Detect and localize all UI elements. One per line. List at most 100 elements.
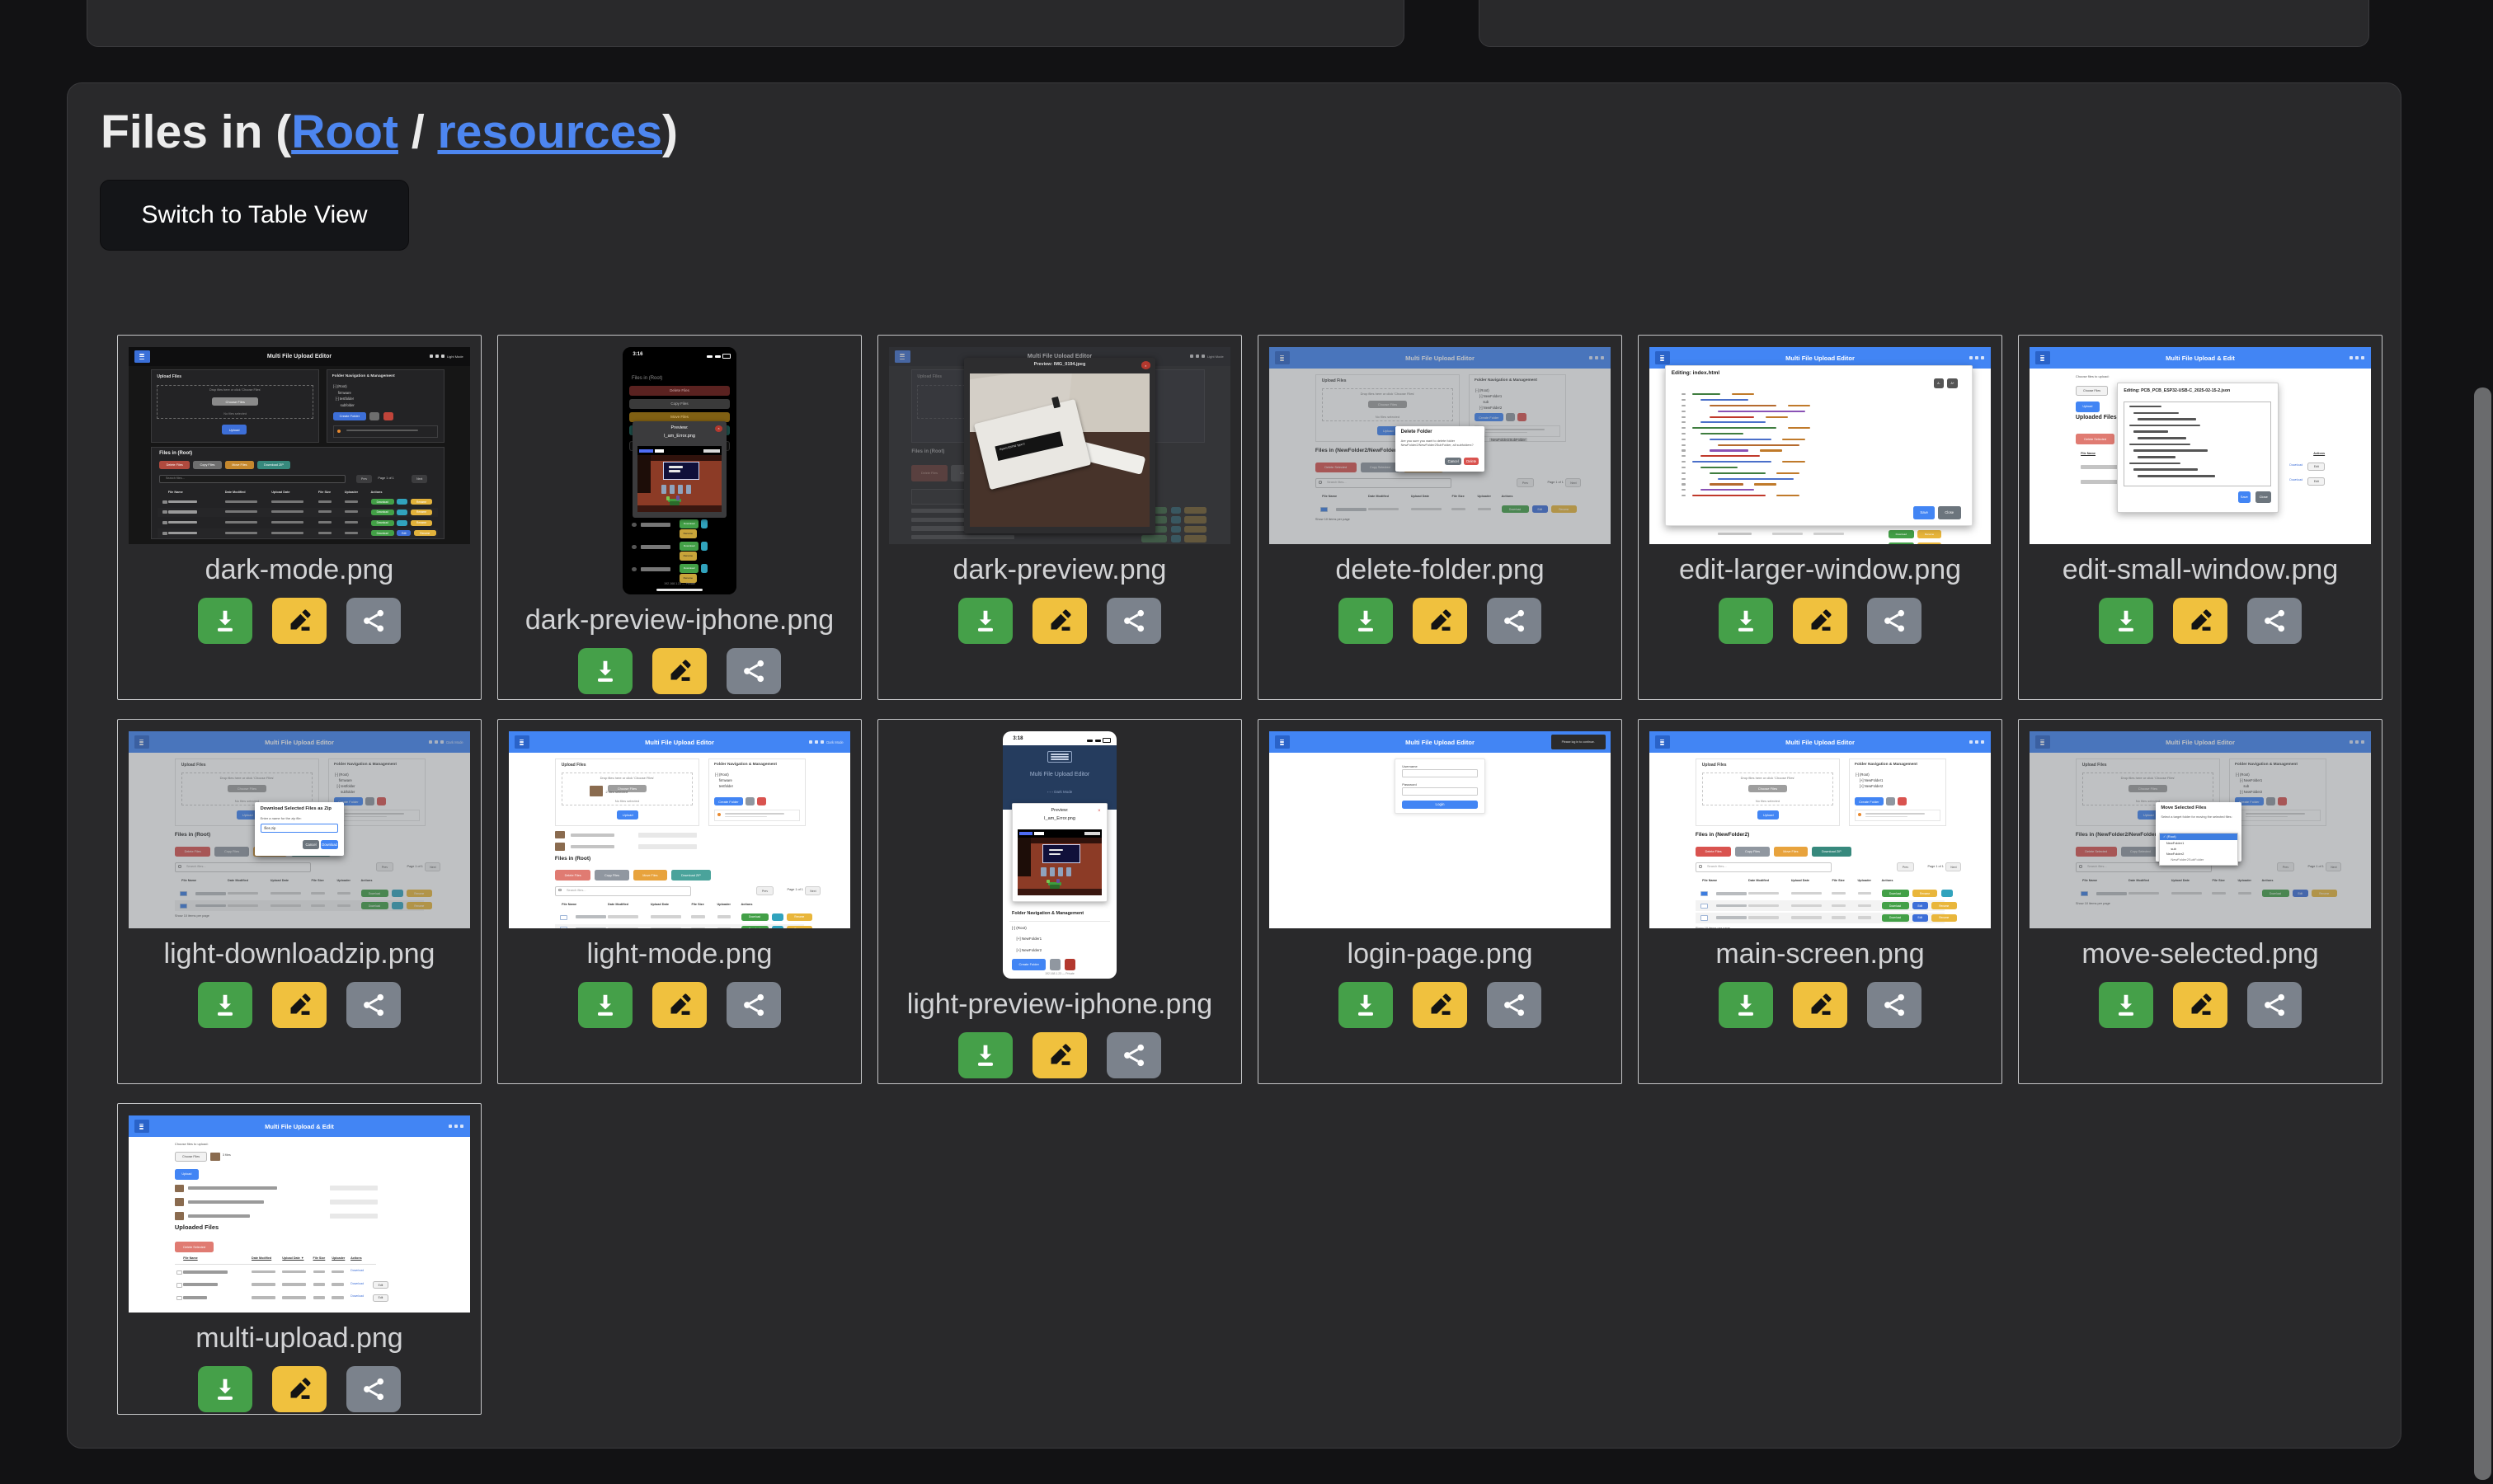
- file-name: login-page.png: [1348, 938, 1533, 970]
- file-thumbnail[interactable]: 3:18Multi File Upload Editor▫ ▫ ▫ Dark M…: [1003, 731, 1117, 979]
- download-button[interactable]: [958, 598, 1013, 644]
- share-icon: [1500, 607, 1528, 635]
- switch-to-table-view-button[interactable]: Switch to Table View: [100, 180, 409, 251]
- file-card: Multi File Upload EditorDownloadRenameDo…: [1638, 335, 2002, 700]
- thumbnail-art: Multi File Upload EditorUpload FilesDrop…: [1649, 731, 1991, 928]
- file-actions: [958, 1032, 1161, 1078]
- file-name: light-preview-iphone.png: [907, 989, 1212, 1021]
- file-card: Multi File Upload EditorUpload FilesDrop…: [1638, 719, 2002, 1084]
- file-thumbnail[interactable]: Multi File Upload EditorUpload FilesDrop…: [1269, 347, 1611, 544]
- share-icon: [2260, 991, 2288, 1019]
- top-panel-left: [87, 0, 1404, 47]
- edit-pencil-icon: [1806, 991, 1834, 1019]
- file-thumbnail[interactable]: Multi File Upload EditorDark ModeUpload …: [129, 731, 470, 928]
- share-button[interactable]: [1487, 598, 1541, 644]
- breadcrumb-current-link[interactable]: resources: [438, 106, 663, 158]
- file-thumbnail[interactable]: Multi File Upload EditorDownloadRenameDo…: [1649, 347, 1991, 544]
- share-button[interactable]: [727, 982, 781, 1028]
- file-name: multi-upload.png: [195, 1322, 402, 1355]
- share-button[interactable]: [1487, 982, 1541, 1028]
- edit-pencil-icon: [2186, 607, 2214, 635]
- download-button[interactable]: [1338, 598, 1393, 644]
- thumbnail-art: Multi File Upload EditorDownloadRenameDo…: [1649, 347, 1991, 544]
- file-actions: [1719, 982, 1921, 1028]
- edit-button[interactable]: [1032, 1032, 1087, 1078]
- edit-button[interactable]: [1413, 598, 1467, 644]
- page: Files in (Root / resources) Switch to Ta…: [0, 0, 2493, 1484]
- edit-button[interactable]: [272, 1366, 327, 1412]
- thumbnail-art: Multi File Upload EditorLight ModeUpload…: [889, 347, 1230, 544]
- share-button[interactable]: [2247, 982, 2302, 1028]
- download-button[interactable]: [198, 982, 252, 1028]
- file-actions: [578, 648, 781, 694]
- download-button[interactable]: [198, 598, 252, 644]
- file-actions: [1719, 598, 1921, 644]
- edit-pencil-icon: [666, 657, 694, 685]
- edit-button[interactable]: [2173, 598, 2227, 644]
- edit-button[interactable]: [1793, 982, 1847, 1028]
- file-card: Multi File Upload EditorDark ModeUpload …: [117, 719, 482, 1084]
- edit-pencil-icon: [1426, 991, 1454, 1019]
- download-button[interactable]: [2099, 598, 2153, 644]
- file-thumbnail[interactable]: Multi File Upload EditorLight ModeUpload…: [129, 347, 470, 544]
- share-icon: [2260, 607, 2288, 635]
- edit-button[interactable]: [652, 648, 707, 694]
- download-button[interactable]: [958, 1032, 1013, 1078]
- thumbnail-art: Multi File Upload EditorLight ModeUpload…: [129, 347, 470, 544]
- file-card: Multi File Upload & EditChoose files to …: [2018, 335, 2382, 700]
- file-thumbnail[interactable]: Multi File Upload EditorLight ModeUpload…: [889, 347, 1230, 544]
- file-name: main-screen.png: [1715, 938, 1924, 970]
- share-button[interactable]: [346, 598, 401, 644]
- share-button[interactable]: [346, 982, 401, 1028]
- share-button[interactable]: [346, 1366, 401, 1412]
- download-icon: [210, 1374, 240, 1404]
- share-button[interactable]: [1867, 598, 1921, 644]
- file-thumbnail[interactable]: Multi File Upload EditorUpload FilesDrop…: [1649, 731, 1991, 928]
- file-name: dark-preview-iphone.png: [525, 604, 834, 636]
- file-actions: [2099, 982, 2302, 1028]
- share-button[interactable]: [727, 648, 781, 694]
- file-thumbnail[interactable]: Multi File Upload & EditChoose files to …: [129, 1115, 470, 1313]
- edit-button[interactable]: [272, 982, 327, 1028]
- share-button[interactable]: [1107, 1032, 1161, 1078]
- download-button[interactable]: [578, 648, 633, 694]
- file-actions: [198, 982, 401, 1028]
- file-actions: [1338, 982, 1541, 1028]
- edit-button[interactable]: [1032, 598, 1087, 644]
- file-thumbnail[interactable]: Multi File Upload & EditChoose files to …: [2030, 347, 2371, 544]
- download-button[interactable]: [1719, 598, 1773, 644]
- file-thumbnail[interactable]: Multi File Upload EditorPlease log in to…: [1269, 731, 1611, 928]
- file-actions: [198, 598, 401, 644]
- download-icon: [590, 656, 620, 686]
- file-name: delete-folder.png: [1335, 554, 1544, 586]
- title-separator: /: [398, 106, 438, 158]
- share-button[interactable]: [1107, 598, 1161, 644]
- download-icon: [2111, 990, 2141, 1020]
- file-actions: [198, 1366, 401, 1412]
- share-icon: [740, 657, 768, 685]
- edit-button[interactable]: [652, 982, 707, 1028]
- edit-button[interactable]: [272, 598, 327, 644]
- share-button[interactable]: [2247, 598, 2302, 644]
- file-thumbnail[interactable]: 3:16Files in (Root)Delete FilesCopy File…: [623, 347, 736, 594]
- download-button[interactable]: [578, 982, 633, 1028]
- file-actions: [578, 982, 781, 1028]
- thumbnail-art: Multi File Upload EditorPlease log in to…: [1269, 731, 1611, 928]
- file-card: Multi File Upload EditorPlease log in to…: [1258, 719, 1622, 1084]
- breadcrumb-root-link[interactable]: Root: [291, 106, 398, 158]
- share-button[interactable]: [1867, 982, 1921, 1028]
- download-button[interactable]: [198, 1366, 252, 1412]
- file-thumbnail[interactable]: Multi File Upload EditorUpload FilesDrop…: [2030, 731, 2371, 928]
- scrollbar-thumb[interactable]: [2474, 387, 2491, 1480]
- edit-button[interactable]: [1413, 982, 1467, 1028]
- download-button[interactable]: [1338, 982, 1393, 1028]
- download-button[interactable]: [1719, 982, 1773, 1028]
- file-thumbnail[interactable]: Multi File Upload EditorDark ModeUpload …: [509, 731, 850, 928]
- thumbnail-art: Multi File Upload EditorUpload FilesDrop…: [1269, 347, 1611, 544]
- download-icon: [590, 990, 620, 1020]
- edit-pencil-icon: [666, 991, 694, 1019]
- download-button[interactable]: [2099, 982, 2153, 1028]
- edit-button[interactable]: [1793, 598, 1847, 644]
- edit-button[interactable]: [2173, 982, 2227, 1028]
- files-panel: Files in (Root / resources) Switch to Ta…: [67, 82, 2401, 1449]
